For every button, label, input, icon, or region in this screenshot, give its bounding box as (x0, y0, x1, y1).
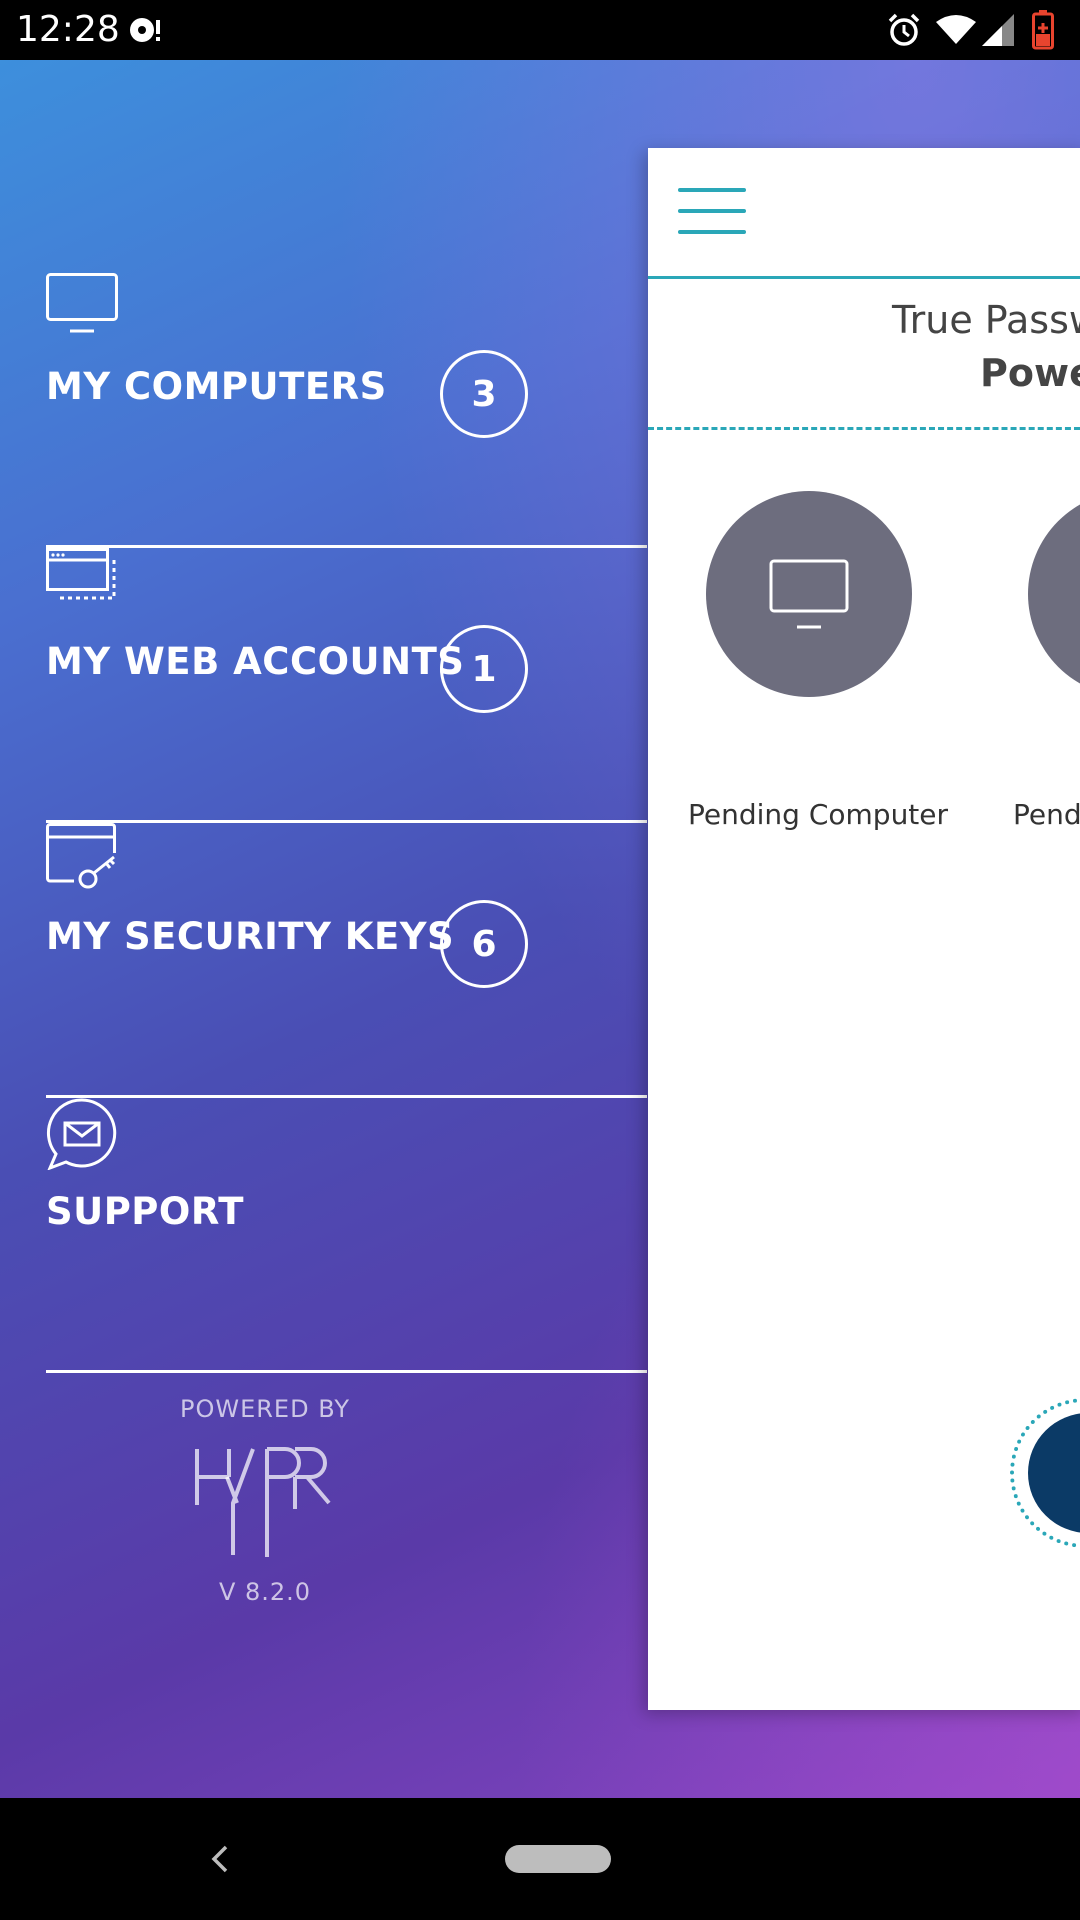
security-key-icon (46, 823, 118, 895)
wifi-icon (936, 14, 976, 50)
divider (46, 1370, 647, 1373)
alarm-icon (886, 12, 922, 52)
back-icon[interactable] (210, 1843, 230, 1879)
menu-item-label: MY WEB ACCOUNTS (46, 640, 465, 683)
main-screen: MY COMPUTERS 3 MY WEB ACCOUNTS 1 MY SECU… (0, 60, 1080, 1798)
monitor-icon (769, 559, 849, 629)
dashed-divider (648, 427, 1080, 430)
menu-item-my-web-accounts[interactable]: MY WEB ACCOUNTS 1 (46, 548, 647, 823)
main-content-card[interactable]: True Passw Power Pending Computer Pendi (648, 148, 1080, 1710)
count-badge: 6 (440, 900, 528, 988)
menu-item-label: MY SECURITY KEYS (46, 915, 455, 958)
count-badge: 1 (440, 625, 528, 713)
pending-computer-tile[interactable] (706, 491, 912, 697)
hypr-logo (193, 1445, 333, 1564)
navigation-bar (0, 1798, 1080, 1920)
battery-icon (1032, 10, 1054, 54)
card-subtitle: Power (980, 351, 1080, 395)
menu-item-my-computers[interactable]: MY COMPUTERS 3 (46, 273, 647, 548)
count-badge: 3 (440, 350, 528, 438)
home-button[interactable] (505, 1845, 611, 1873)
version-label: V 8.2.0 (218, 1578, 312, 1606)
tile-label: Pending Computer (688, 798, 949, 831)
menu-item-support[interactable]: SUPPORT (46, 1098, 647, 1373)
menu-item-my-security-keys[interactable]: MY SECURITY KEYS 6 (46, 823, 647, 1098)
status-bar: 12:28 (0, 0, 1080, 60)
powered-by-label: POWERED BY (179, 1395, 351, 1423)
pending-computer-tile[interactable] (1028, 491, 1080, 697)
card-title: True Passw (892, 298, 1080, 342)
navigation-drawer: MY COMPUTERS 3 MY WEB ACCOUNTS 1 MY SECU… (0, 60, 647, 1798)
notification-icon (128, 14, 164, 50)
card-header (648, 148, 1080, 279)
status-time: 12:28 (16, 9, 120, 50)
menu-item-label: SUPPORT (46, 1190, 244, 1233)
browser-window-icon (46, 548, 118, 606)
chat-mail-icon (46, 1098, 118, 1174)
hamburger-menu-icon[interactable] (678, 188, 746, 236)
tile-label: Pendi (1013, 798, 1080, 831)
monitor-icon (46, 273, 118, 339)
menu-item-label: MY COMPUTERS (46, 365, 387, 408)
signal-icon (982, 14, 1014, 50)
